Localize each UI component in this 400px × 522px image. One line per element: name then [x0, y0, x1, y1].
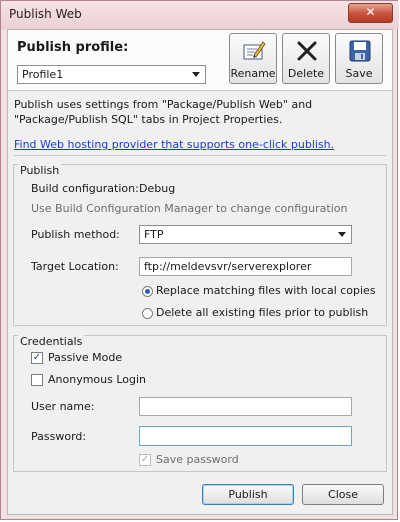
rename-icon — [243, 41, 266, 60]
publish-method-select[interactable]: FTP — [139, 225, 352, 244]
save-password-label: Save password — [156, 453, 239, 466]
delete-icon — [297, 41, 317, 61]
build-configuration-hint: Use Build Configuration Manager to chang… — [31, 202, 348, 215]
credentials-group-label: Credentials — [18, 335, 85, 348]
rename-label: Rename — [230, 67, 276, 80]
window-title: Publish Web — [9, 7, 82, 21]
publish-web-window: Publish Web ✕ Publish profile: Profile1 … — [0, 0, 399, 520]
chevron-down-icon — [338, 232, 346, 237]
publish-group-label: Publish — [18, 164, 62, 177]
delete-button[interactable]: Delete — [282, 33, 330, 84]
delete-existing-label: Delete all existing files prior to publi… — [156, 306, 369, 319]
rename-button[interactable]: Rename — [229, 33, 277, 84]
profile-header: Publish profile: Profile1 Rename Delete … — [8, 30, 392, 91]
passive-mode-label: Passive Mode — [48, 351, 123, 364]
replace-matching-radio[interactable] — [142, 286, 153, 297]
delete-existing-radio[interactable] — [142, 308, 153, 319]
anonymous-login-label: Anonymous Login — [48, 373, 147, 386]
dialog-client-area: Publish profile: Profile1 Rename Delete … — [7, 29, 393, 515]
user-name-label: User name: — [31, 400, 95, 413]
window-close-button[interactable]: ✕ — [348, 3, 393, 23]
publish-profile-label: Publish profile: — [17, 40, 129, 55]
target-location-label: Target Location: — [31, 260, 119, 273]
save-icon — [349, 40, 371, 62]
chevron-down-icon — [192, 72, 200, 77]
password-input[interactable] — [139, 426, 352, 446]
save-button[interactable]: Save — [335, 33, 383, 84]
publish-description: Publish uses settings from "Package/Publ… — [14, 98, 313, 126]
password-label: Password: — [31, 430, 87, 443]
publish-profile-value: Profile1 — [22, 68, 64, 81]
save-password-checkbox[interactable]: ✓ — [139, 454, 151, 466]
build-configuration-label: Build configuration: — [31, 182, 139, 195]
replace-matching-label: Replace matching files with local copies — [156, 284, 376, 297]
find-hosting-link[interactable]: Find Web hosting provider that supports … — [14, 138, 334, 151]
credentials-group: Credentials ✓ Passive Mode Anonymous Log… — [13, 335, 387, 472]
divider — [14, 155, 386, 156]
target-location-input[interactable]: ftp://meldevsvr/serverexplorer — [139, 257, 352, 276]
save-label: Save — [345, 67, 373, 80]
title-bar[interactable]: Publish Web ✕ — [1, 1, 399, 29]
delete-label: Delete — [287, 67, 325, 80]
user-name-input[interactable] — [139, 397, 352, 416]
publish-method-value: FTP — [144, 228, 164, 241]
publish-profile-select[interactable]: Profile1 — [17, 65, 206, 84]
close-button[interactable]: Close — [302, 484, 384, 505]
publish-method-label: Publish method: — [31, 228, 120, 241]
publish-button[interactable]: Publish — [202, 484, 294, 505]
anonymous-login-checkbox[interactable] — [31, 374, 43, 386]
publish-group: Publish Build configuration: Debug Use B… — [13, 164, 387, 326]
build-configuration-value: Debug — [139, 182, 176, 195]
passive-mode-checkbox[interactable]: ✓ — [31, 352, 43, 364]
